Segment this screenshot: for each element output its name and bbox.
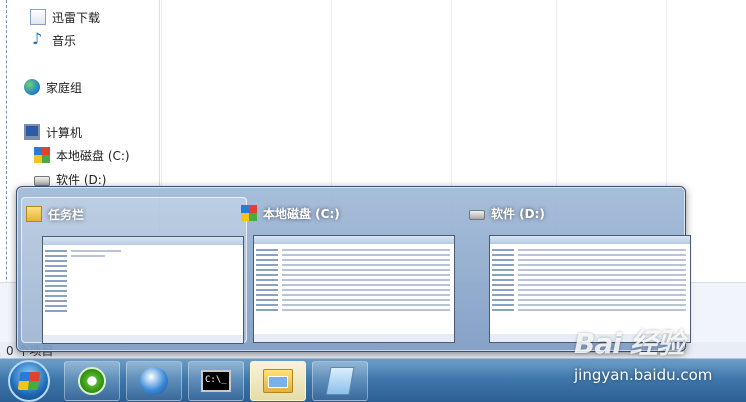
baidu-jingyan-watermark: Bai 经验 jingyan.baidu.com [556,322,746,388]
green-refresh-icon [78,367,106,395]
nav-item-label: 本地磁盘 (C:) [56,148,130,163]
windows-drive-icon [241,205,257,221]
nav-item-computer[interactable]: 计算机 [24,122,82,142]
window-preview[interactable] [253,235,455,343]
nav-item-music[interactable]: 音乐 [30,29,77,50]
thumbnail-title: 任务栏 [26,204,84,224]
explorer-button[interactable] [250,361,306,401]
nav-item-drive-c[interactable]: 本地磁盘 (C:) [34,145,130,165]
hard-drive-icon [34,176,50,186]
watermark-url: jingyan.baidu.com [574,366,713,384]
windows-drive-icon [34,147,50,163]
music-icon [30,29,46,48]
nav-item-label: 家庭组 [46,80,83,95]
computer-icon [24,124,40,140]
notepad-icon [325,367,355,395]
command-prompt-button[interactable]: C:\_ [188,361,244,401]
windows-logo-icon [17,372,41,390]
folder-icon [263,369,293,393]
hard-drive-icon [469,210,485,220]
homegroup-icon [24,79,40,95]
nav-item-label: 软件 (D:) [56,172,107,187]
thumbnail-window-drive-c[interactable]: 本地磁盘 (C:) [237,197,463,343]
folder-icon [26,206,42,222]
nav-item-label: 音乐 [52,33,77,48]
thumbnail-title: 本地磁盘 (C:) [241,203,340,223]
watermark-brand: Bai 经验 [574,327,685,360]
internet-explorer-button[interactable] [126,361,182,401]
thumbnail-window-taskbar[interactable]: 任务栏 [21,197,247,344]
thumbnail-title: 软件 (D:) [469,203,545,223]
nav-item-label: 迅雷下载 [52,10,101,25]
start-button[interactable] [8,360,50,402]
browser-green-button[interactable] [64,361,120,401]
cmd-icon: C:\_ [201,370,231,392]
globe-icon [140,367,168,395]
nav-item-homegroup[interactable]: 家庭组 [24,77,82,97]
download-folder-icon [30,9,46,25]
window-preview[interactable] [42,236,244,344]
nav-item-xunlei-download[interactable]: 迅雷下载 [30,7,100,27]
notepad-button[interactable] [312,361,368,401]
nav-item-label: 计算机 [46,125,83,140]
thumbnail-title-text: 软件 (D:) [491,206,545,221]
thumbnail-title-text: 任务栏 [48,207,85,222]
thumbnail-title-text: 本地磁盘 (C:) [263,206,340,221]
